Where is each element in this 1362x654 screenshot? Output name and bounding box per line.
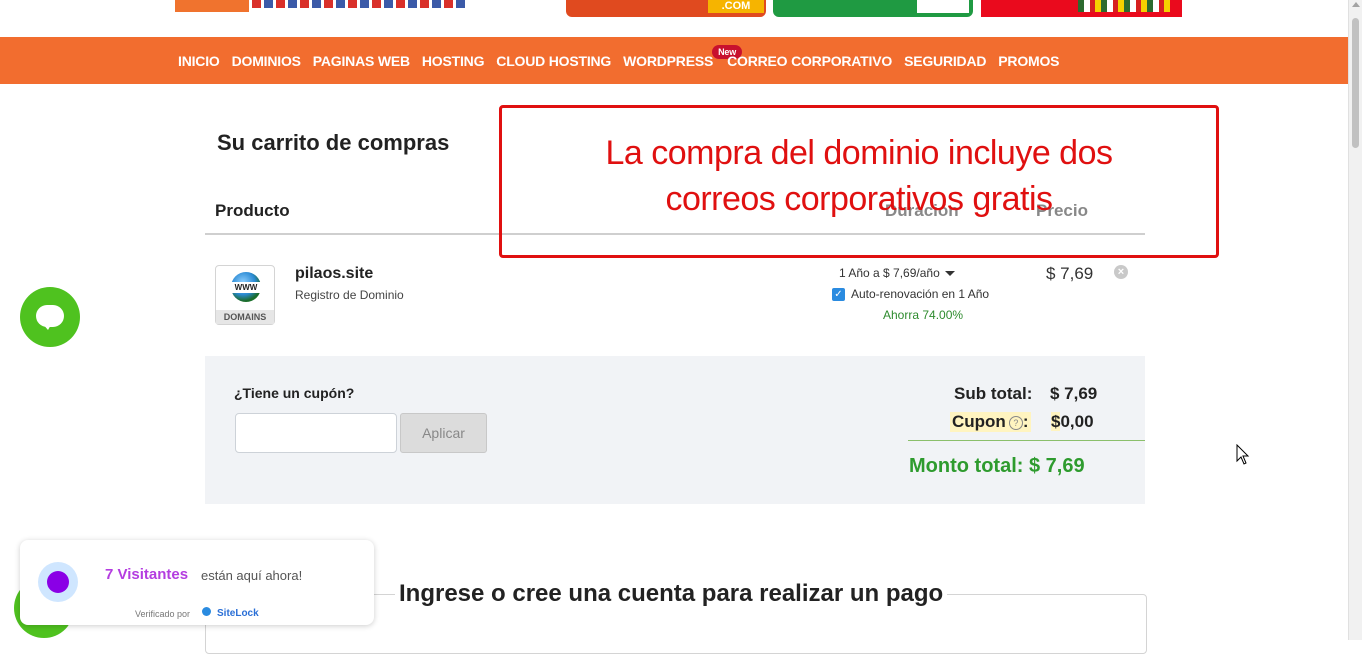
promo-banner-2[interactable]: .COM bbox=[566, 0, 766, 17]
coupon-label: ¿Tiene un cupón? bbox=[234, 385, 355, 401]
promo-banner-3[interactable] bbox=[773, 0, 973, 17]
auto-renew-label: Auto-renovación en 1 Año bbox=[851, 287, 990, 301]
apply-coupon-button[interactable]: Aplicar bbox=[400, 413, 487, 453]
product-name: pilaos.site bbox=[295, 265, 374, 282]
nav-wordpress-label: WORDPRESS bbox=[623, 52, 714, 69]
savings-text: Ahorra 74.00% bbox=[883, 308, 964, 322]
scroll-thumb[interactable] bbox=[1352, 18, 1359, 148]
sitelock-shield-icon bbox=[202, 607, 211, 616]
scroll-up-icon[interactable] bbox=[1352, 2, 1360, 7]
nav-inicio[interactable]: INICIO bbox=[178, 53, 220, 69]
visitor-text: están aquí ahora! bbox=[201, 568, 303, 583]
nav-seguridad[interactable]: SEGURIDAD bbox=[904, 53, 986, 69]
cart-title: Su carrito de compras bbox=[217, 130, 450, 155]
nav-hosting[interactable]: HOSTING bbox=[422, 53, 485, 69]
live-dot-icon bbox=[38, 562, 78, 602]
www-icon-text: WWW bbox=[227, 282, 265, 293]
auto-renew-option[interactable]: ✓ Auto-renovación en 1 Año bbox=[832, 287, 989, 301]
checkbox-checked-icon[interactable]: ✓ bbox=[832, 287, 845, 301]
subtotal-label: Sub total: bbox=[954, 384, 1033, 403]
subtotal-value: $ 7,69 bbox=[1050, 384, 1098, 403]
nav-promos[interactable]: PROMOS bbox=[998, 53, 1059, 69]
total-label: Monto total: bbox=[909, 455, 1024, 477]
caret-down-icon bbox=[944, 271, 955, 277]
coupon-row-label: Cupon?: bbox=[950, 412, 1031, 432]
flags-strip bbox=[252, 0, 468, 8]
nav-dominios[interactable]: DOMINIOS bbox=[232, 53, 301, 69]
total-amount: Monto total: $ 7,69 bbox=[909, 455, 1085, 478]
product-type: Registro de Dominio bbox=[295, 288, 404, 302]
chat-button[interactable] bbox=[20, 287, 80, 347]
visitors-popup: 7 Visitantes están aquí ahora! Verificad… bbox=[20, 540, 374, 625]
summary-divider bbox=[908, 440, 1145, 441]
country-flags bbox=[1078, 0, 1170, 12]
mouse-cursor-icon bbox=[1236, 444, 1250, 465]
duration-value: 1 Año a $ 7,69/año bbox=[839, 266, 940, 280]
domain-product-icon: WWW DOMAINS bbox=[215, 265, 275, 325]
visitor-count: 7 Visitantes bbox=[105, 566, 189, 583]
remove-item-icon[interactable]: × bbox=[1114, 265, 1128, 279]
coupon-amount: 0,00 bbox=[1060, 412, 1094, 431]
main-nav: INICIO DOMINIOS PAGINAS WEB HOSTING CLOU… bbox=[0, 37, 1348, 84]
callout-line-2: correos corporativos gratis bbox=[665, 180, 1053, 218]
nav-correo-corporativo[interactable]: CORREO CORPORATIVO bbox=[727, 53, 892, 69]
coupon-row-value: $0,00 bbox=[1051, 412, 1094, 432]
nav-cloud-hosting[interactable]: CLOUD HOSTING bbox=[496, 53, 611, 69]
item-price: $ 7,69 bbox=[1046, 264, 1094, 283]
total-value: $ 7,69 bbox=[1028, 455, 1085, 477]
nav-wordpress[interactable]: WORDPRESS New bbox=[623, 44, 743, 69]
verified-by: Verificado por bbox=[135, 609, 191, 619]
domains-icon-label: DOMAINS bbox=[216, 310, 274, 324]
help-icon[interactable]: ? bbox=[1008, 415, 1023, 430]
promo-banner-4[interactable] bbox=[981, 0, 1182, 17]
coupon-row-text: Cupon bbox=[952, 412, 1006, 431]
column-product: Producto bbox=[215, 201, 290, 220]
duration-select[interactable]: 1 Año a $ 7,69/año bbox=[839, 266, 955, 280]
page-scrollbar[interactable] bbox=[1348, 0, 1362, 640]
nav-paginas-web[interactable]: PAGINAS WEB bbox=[313, 53, 410, 69]
login-title: Ingrese o cree una cuenta para realizar … bbox=[395, 580, 948, 608]
coupon-colon: : bbox=[1022, 412, 1029, 431]
coupon-input[interactable] bbox=[235, 413, 397, 453]
promo-banner-1[interactable] bbox=[175, 0, 249, 12]
sitelock-brand[interactable]: SiteLock bbox=[217, 608, 259, 619]
callout-line-1: La compra del dominio incluye dos bbox=[605, 134, 1113, 172]
promo-banner-2-suffix: .COM bbox=[708, 0, 764, 13]
promo-callout: La compra del dominio incluye dos correos… bbox=[499, 105, 1219, 258]
